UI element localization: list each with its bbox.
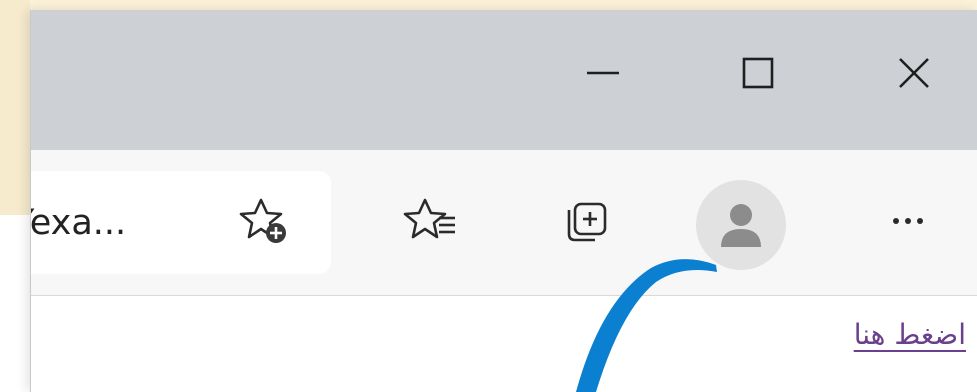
page-background bbox=[0, 0, 30, 215]
annotation-arrow bbox=[576, 259, 717, 392]
page-background-lower bbox=[0, 215, 30, 392]
browser-window: Yexa... bbox=[30, 10, 977, 392]
